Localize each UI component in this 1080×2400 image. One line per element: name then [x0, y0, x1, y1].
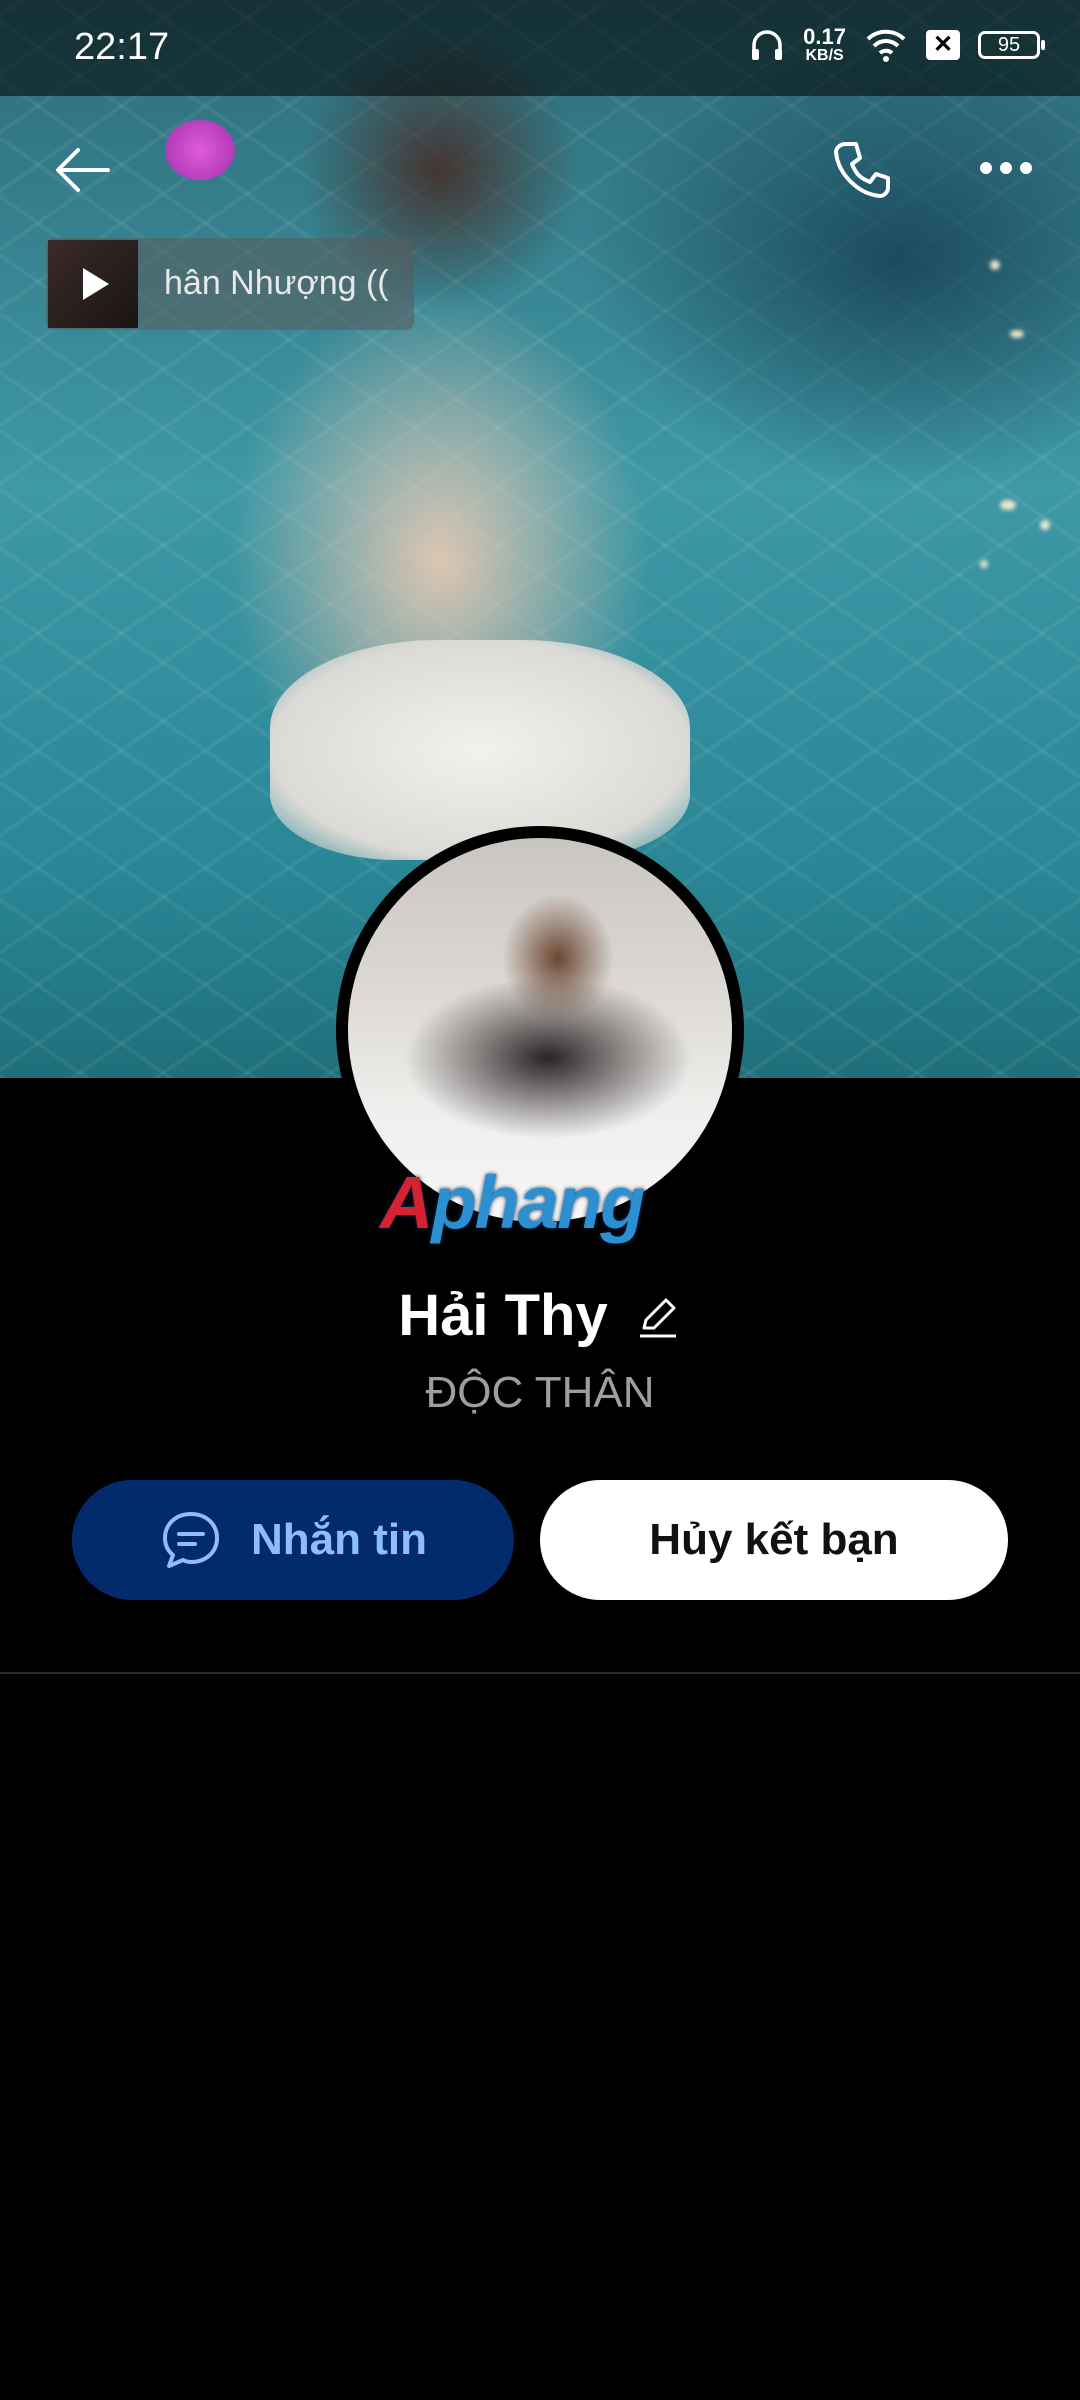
- cover-light: [1040, 520, 1050, 530]
- music-title: hân Nhượng ((: [164, 264, 389, 302]
- section-divider: [0, 1672, 1080, 1674]
- network-speed-value: 0.17: [803, 24, 846, 49]
- message-button-label: Nhắn tin: [251, 1515, 427, 1564]
- watermark-logo-part2: phang: [431, 1161, 645, 1244]
- battery-indicator: 95: [978, 31, 1045, 59]
- chat-bubble-icon: [163, 1512, 219, 1568]
- status-icons: 0.17 KB/S ✕ 95: [749, 26, 1045, 64]
- cover-light: [990, 260, 1000, 270]
- cover-decoration: [165, 120, 235, 180]
- unfriend-button-label: Hủy kết bạn: [649, 1515, 899, 1564]
- message-button[interactable]: Nhắn tin: [72, 1480, 514, 1600]
- cover-light: [1000, 500, 1016, 510]
- more-button[interactable]: [976, 150, 1036, 186]
- cover-decoration: [270, 640, 690, 860]
- edit-name-icon[interactable]: [634, 1292, 682, 1340]
- status-time: 22:17: [74, 26, 170, 68]
- cover-light: [1010, 330, 1024, 338]
- relationship-status: ĐỘC THÂN: [425, 1368, 655, 1417]
- watermark-logo: Aphang: [380, 1160, 700, 1244]
- headphones-icon: [752, 30, 783, 60]
- music-thumbnail: [48, 240, 138, 328]
- play-icon: [83, 268, 109, 300]
- watermark-logo-part1: A: [380, 1161, 433, 1244]
- x-box-icon: ✕: [926, 30, 960, 60]
- network-speed-unit: KB/S: [805, 47, 844, 64]
- call-button[interactable]: [826, 134, 898, 206]
- status-bar: 22:17 0.17 KB/S ✕ 95: [0, 0, 1080, 96]
- unfriend-button[interactable]: Hủy kết bạn: [540, 1480, 1008, 1600]
- profile-name: Hải Thy: [398, 1283, 608, 1348]
- wifi-icon: [866, 29, 906, 62]
- back-button[interactable]: [50, 138, 114, 202]
- network-speed: 0.17 KB/S: [803, 26, 846, 64]
- cover-light: [980, 560, 988, 568]
- profile-music-chip[interactable]: hân Nhượng ((: [46, 238, 414, 330]
- profile-name-row: Hải Thy: [0, 1282, 1080, 1349]
